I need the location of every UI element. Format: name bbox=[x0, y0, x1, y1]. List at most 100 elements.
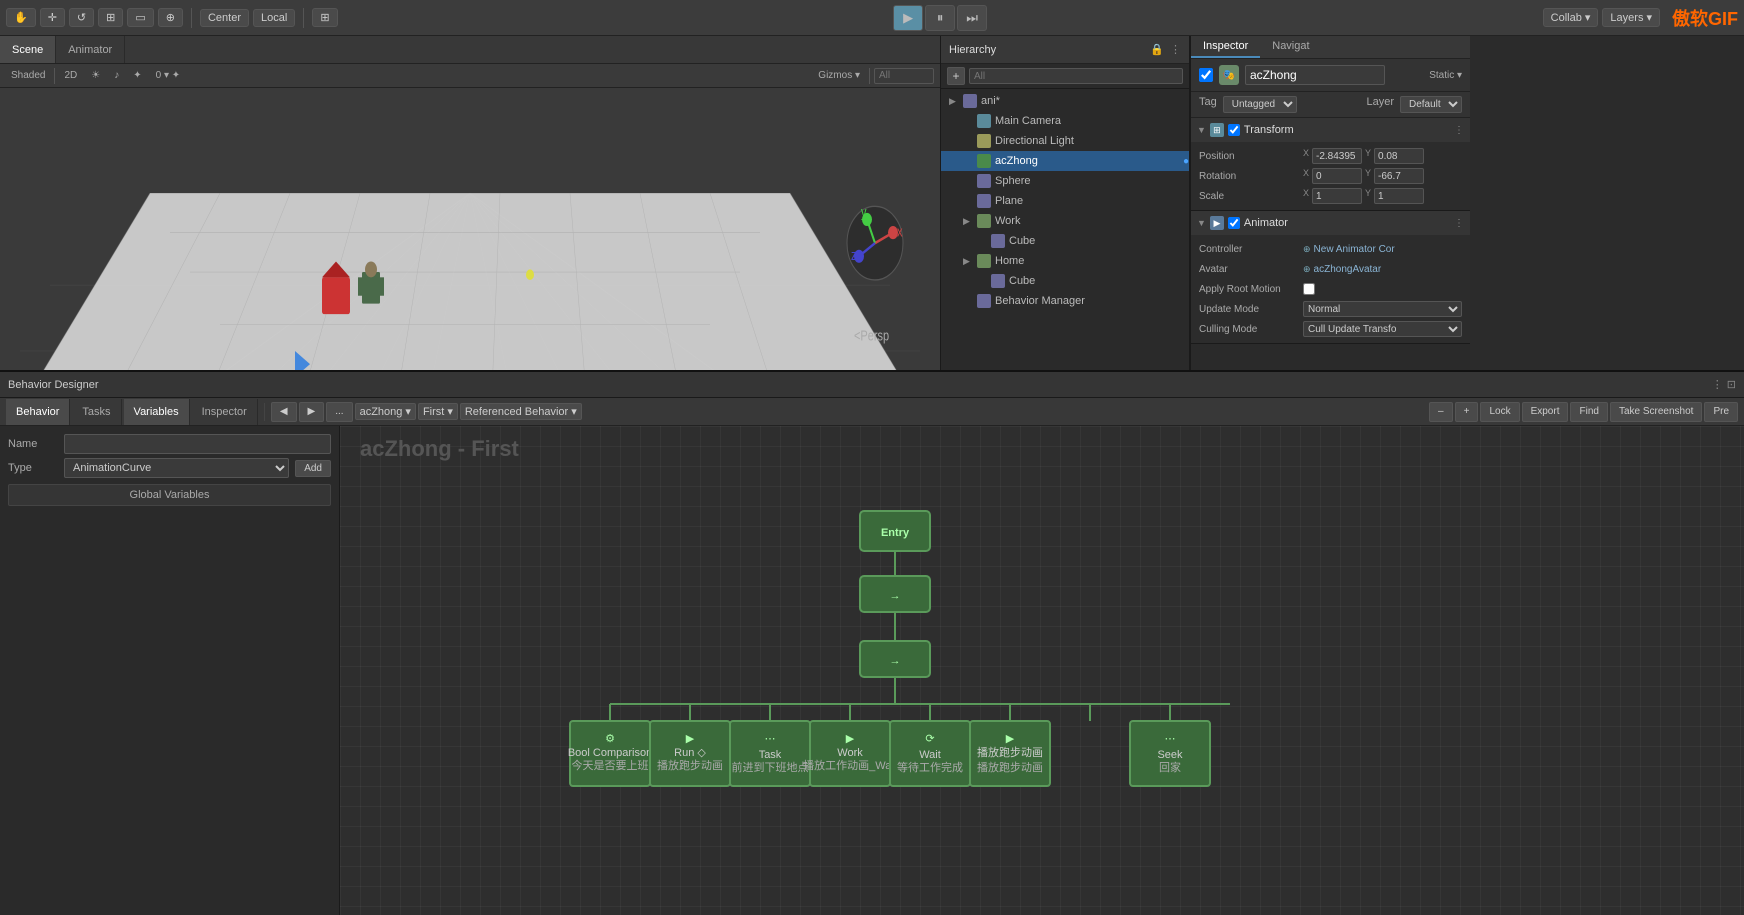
bd-pre-btn[interactable]: Pre bbox=[1704, 402, 1738, 422]
rect-tool-btn[interactable]: ▭ bbox=[127, 8, 153, 27]
svg-text:⟳: ⟳ bbox=[925, 733, 934, 745]
bd-export-btn[interactable]: Export bbox=[1522, 402, 1569, 422]
bd-canvas[interactable]: acZhong - First Entry → → bbox=[340, 426, 1744, 915]
move-tool-btn[interactable]: ✛ bbox=[40, 8, 65, 27]
editor-tab-row: Scene Animator bbox=[0, 36, 940, 64]
hier-item-sphere[interactable]: ▶ Sphere bbox=[941, 171, 1189, 191]
audio-btn[interactable]: ♪ bbox=[109, 70, 124, 81]
hierarchy-add-btn[interactable]: + bbox=[947, 67, 965, 85]
update-mode-row: Update Mode Normal bbox=[1199, 299, 1462, 319]
bd-minus-btn[interactable]: – bbox=[1429, 402, 1453, 422]
obj-name-input[interactable] bbox=[1245, 65, 1385, 85]
pos-y-input[interactable] bbox=[1374, 148, 1424, 164]
multi-tool-btn[interactable]: ⊕ bbox=[158, 8, 183, 27]
next-button[interactable]: ⏭ bbox=[957, 5, 987, 31]
hierarchy-search-input[interactable] bbox=[969, 68, 1183, 84]
layers-button[interactable]: Layers ▾ bbox=[1602, 8, 1660, 27]
hier-item-ani[interactable]: ▶ ani* bbox=[941, 91, 1189, 111]
scene-search-input[interactable] bbox=[874, 68, 934, 84]
hier-item-work[interactable]: ▶ Work bbox=[941, 211, 1189, 231]
position-value: X Y bbox=[1303, 148, 1462, 164]
bd-name-input[interactable] bbox=[64, 434, 331, 454]
hier-item-camera[interactable]: ▶ Main Camera bbox=[941, 111, 1189, 131]
animator-more[interactable]: ⋮ bbox=[1454, 218, 1464, 229]
animator-header[interactable]: ▼ ▶ Animator ⋮ bbox=[1191, 211, 1470, 235]
avatar-link[interactable]: acZhongAvatar bbox=[1314, 264, 1462, 275]
rot-y-input[interactable] bbox=[1374, 168, 1424, 184]
scale-x-input[interactable] bbox=[1312, 188, 1362, 204]
bd-tab-variables[interactable]: Variables bbox=[124, 399, 190, 425]
pause-button[interactable]: ⏸ bbox=[925, 5, 955, 31]
hier-item-cube-home[interactable]: ▶ Cube bbox=[941, 271, 1189, 291]
transform-header[interactable]: ▼ ⊞ Transform ⋮ bbox=[1191, 118, 1470, 142]
bd-tab-inspector[interactable]: Inspector bbox=[192, 399, 258, 425]
shaded-dropdown[interactable]: Shaded bbox=[6, 70, 50, 81]
transform-icon: ⊞ bbox=[1210, 123, 1224, 137]
bd-nav-prev-btn[interactable]: ◀ bbox=[271, 402, 297, 422]
play-button[interactable]: ▶ bbox=[893, 5, 923, 31]
svg-text:前进到下班地点: 前进到下班地点 bbox=[732, 760, 809, 774]
bd-nav-next-btn[interactable]: ▶ bbox=[299, 402, 325, 422]
bd-find-btn[interactable]: Find bbox=[1570, 402, 1607, 422]
scale-y-input[interactable] bbox=[1374, 188, 1424, 204]
tab-animator[interactable]: Animator bbox=[56, 36, 125, 63]
collab-button[interactable]: Collab ▾ bbox=[1543, 8, 1599, 27]
tag-select[interactable]: Untagged bbox=[1223, 96, 1297, 113]
hier-label-sphere: Sphere bbox=[995, 175, 1030, 187]
update-mode-select[interactable]: Normal bbox=[1303, 301, 1462, 317]
apply-root-motion-checkbox[interactable] bbox=[1303, 283, 1315, 295]
tab-scene[interactable]: Scene bbox=[0, 36, 56, 63]
navigator-tab[interactable]: Navigat bbox=[1260, 36, 1321, 58]
hierarchy-title: Hierarchy bbox=[949, 44, 996, 56]
bd-type-select[interactable]: AnimationCurve bbox=[64, 458, 289, 478]
pos-x-label: X bbox=[1303, 148, 1309, 164]
fx-btn[interactable]: ✦ bbox=[128, 70, 146, 81]
hand-tool-btn[interactable]: ✋ bbox=[6, 8, 36, 27]
bd-lock-btn[interactable]: Lock bbox=[1480, 402, 1519, 422]
pos-x-input[interactable] bbox=[1312, 148, 1362, 164]
bd-screenshot-btn[interactable]: Take Screenshot bbox=[1610, 402, 1703, 422]
bd-global-vars[interactable]: Global Variables bbox=[8, 484, 331, 506]
bd-nav-object-dropdown[interactable]: acZhong ▾ bbox=[355, 403, 416, 420]
hier-item-light[interactable]: ▶ Directional Light bbox=[941, 131, 1189, 151]
avatar-row: Avatar ⊕ acZhongAvatar bbox=[1199, 259, 1462, 279]
hier-label-behav-mgr: Behavior Manager bbox=[995, 295, 1085, 307]
bd-detach-icon[interactable]: ⊡ bbox=[1727, 378, 1736, 391]
bd-tab-tasks[interactable]: Tasks bbox=[72, 399, 121, 425]
bd-nav-behavior-dropdown[interactable]: First ▾ bbox=[418, 403, 458, 420]
bd-name-label: Name bbox=[8, 438, 58, 450]
rotate-tool-btn[interactable]: ↺ bbox=[69, 8, 94, 27]
inspector-tab[interactable]: Inspector bbox=[1191, 36, 1260, 58]
obj-active-checkbox[interactable] bbox=[1199, 68, 1213, 82]
pivot-center-btn[interactable]: Center bbox=[200, 9, 249, 27]
hier-label-aczhong: acZhong bbox=[995, 155, 1038, 167]
bd-tab-behavior[interactable]: Behavior bbox=[6, 399, 70, 425]
grid-btn[interactable]: ⊞ bbox=[312, 8, 337, 27]
layer-select[interactable]: Default bbox=[1400, 96, 1462, 113]
light-btn[interactable]: ☀ bbox=[86, 70, 105, 81]
hier-item-cube-work[interactable]: ▶ Cube bbox=[941, 231, 1189, 251]
bd-add-variable-btn[interactable]: Add bbox=[295, 460, 331, 477]
svg-text:Work: Work bbox=[837, 747, 863, 759]
hier-item-aczhong[interactable]: ▶ acZhong ● bbox=[941, 151, 1189, 171]
2d-btn[interactable]: 2D bbox=[59, 70, 82, 81]
pivot-local-btn[interactable]: Local bbox=[253, 9, 295, 27]
scale-tool-btn[interactable]: ⊞ bbox=[98, 8, 123, 27]
rot-x-input[interactable] bbox=[1312, 168, 1362, 184]
pos-y-label: Y bbox=[1365, 148, 1371, 164]
hierarchy-more-icon[interactable]: ⋮ bbox=[1170, 43, 1181, 56]
bd-plus-btn[interactable]: + bbox=[1455, 402, 1479, 422]
hierarchy-lock-icon[interactable]: 🔒 bbox=[1150, 43, 1164, 56]
controller-link[interactable]: New Animator Cor bbox=[1314, 244, 1462, 255]
animator-checkbox[interactable] bbox=[1228, 217, 1240, 229]
hier-item-plane[interactable]: ▶ Plane bbox=[941, 191, 1189, 211]
bd-nav-ellipsis-btn[interactable]: ... bbox=[326, 402, 352, 422]
bd-ref-behavior-dropdown[interactable]: Referenced Behavior ▾ bbox=[460, 403, 582, 420]
gizmos-dropdown[interactable]: Gizmos ▾ bbox=[813, 70, 865, 81]
transform-checkbox[interactable] bbox=[1228, 124, 1240, 136]
transform-more[interactable]: ⋮ bbox=[1454, 125, 1464, 136]
hier-item-behav-mgr[interactable]: ▶ Behavior Manager bbox=[941, 291, 1189, 311]
hier-item-home[interactable]: ▶ Home bbox=[941, 251, 1189, 271]
bd-more-icon[interactable]: ⋮ bbox=[1712, 378, 1723, 391]
culling-mode-select[interactable]: Cull Update Transfo bbox=[1303, 321, 1462, 337]
